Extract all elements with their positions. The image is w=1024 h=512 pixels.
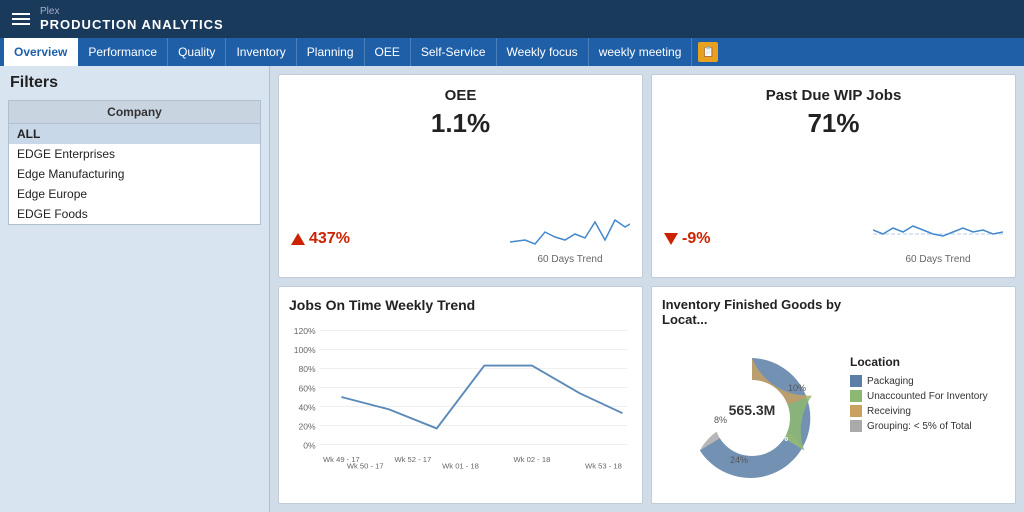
legend-unaccounted-color — [850, 390, 862, 402]
legend-receiving: Receiving — [850, 405, 1005, 417]
donut-svg: 565.3M 59% 24% 8% 10% — [662, 333, 842, 493]
legend-receiving-label: Receiving — [867, 406, 911, 417]
filters-title: Filters — [8, 74, 261, 92]
legend-title: Location — [850, 355, 1005, 369]
inventory-title: Inventory Finished Goods by Locat... — [662, 297, 842, 327]
svg-text:120%: 120% — [294, 326, 316, 336]
company-all[interactable]: ALL — [9, 124, 260, 144]
svg-text:10%: 10% — [788, 383, 806, 393]
tab-inventory[interactable]: Inventory — [226, 38, 296, 66]
wip-title: Past Due WIP Jobs — [664, 87, 1003, 104]
content-grid: OEE 1.1% 437% 60 Days Trend Past Due WIP… — [270, 66, 1024, 512]
legend-grouping-color — [850, 420, 862, 432]
company-edge-europe[interactable]: Edge Europe — [9, 184, 260, 204]
svg-text:Wk 52 - 17: Wk 52 - 17 — [394, 455, 431, 464]
sidebar: Filters Company ALL EDGE Enterprises Edg… — [0, 66, 270, 512]
jobs-trend-title: Jobs On Time Weekly Trend — [289, 297, 632, 313]
legend-unaccounted-label: Unaccounted For Inventory — [867, 391, 988, 402]
svg-text:20%: 20% — [299, 421, 317, 431]
svg-text:0%: 0% — [303, 440, 316, 450]
legend-grouping-label: Grouping: < 5% of Total — [867, 421, 972, 432]
svg-text:Wk 53 - 18: Wk 53 - 18 — [585, 461, 622, 470]
tab-self-service[interactable]: Self-Service — [411, 38, 497, 66]
tab-overview[interactable]: Overview — [4, 38, 78, 66]
inventory-card: Inventory Finished Goods by Locat... — [651, 286, 1016, 504]
tab-quality[interactable]: Quality — [168, 38, 226, 66]
oee-value: 1.1% — [291, 108, 630, 139]
svg-text:Wk 02 - 18: Wk 02 - 18 — [514, 455, 551, 464]
svg-text:Wk 01 - 18: Wk 01 - 18 — [442, 461, 479, 470]
oee-trend-label: 60 Days Trend — [537, 254, 602, 265]
tab-planning[interactable]: Planning — [297, 38, 365, 66]
svg-text:40%: 40% — [299, 402, 317, 412]
oee-trend-value: 437% — [291, 230, 350, 248]
legend-packaging: Packaging — [850, 375, 1005, 387]
tab-oee[interactable]: OEE — [365, 38, 411, 66]
legend-unaccounted: Unaccounted For Inventory — [850, 390, 1005, 402]
plex-label: Plex — [40, 6, 224, 17]
tab-weekly-focus[interactable]: Weekly focus — [497, 38, 589, 66]
oee-card: OEE 1.1% 437% 60 Days Trend — [278, 74, 643, 278]
wip-card: Past Due WIP Jobs 71% -9% 60 Days Trend — [651, 74, 1016, 278]
svg-text:565.3M: 565.3M — [729, 402, 776, 418]
bookmark-icon[interactable]: 📋 — [698, 42, 718, 62]
nav-tabs: Overview Performance Quality Inventory P… — [0, 38, 1024, 66]
svg-text:59%: 59% — [770, 433, 788, 443]
legend-packaging-label: Packaging — [867, 376, 914, 387]
legend-receiving-color — [850, 405, 862, 417]
wip-trend-chart: 60 Days Trend — [873, 212, 1003, 265]
wip-trend-value: -9% — [664, 230, 710, 248]
svg-text:24%: 24% — [730, 455, 748, 465]
trend-up-icon — [291, 233, 305, 245]
svg-text:100%: 100% — [294, 345, 316, 355]
oee-trend-chart: 60 Days Trend — [510, 212, 630, 265]
donut-chart-area: Inventory Finished Goods by Locat... — [662, 297, 842, 493]
jobs-trend-card: Jobs On Time Weekly Trend 120% 100% 80% … — [278, 286, 643, 504]
wip-trend-label: 60 Days Trend — [905, 254, 970, 265]
svg-text:80%: 80% — [299, 364, 317, 374]
trend-down-icon — [664, 233, 678, 245]
company-filter-table: Company ALL EDGE Enterprises Edge Manufa… — [8, 100, 261, 225]
svg-text:Wk 50 - 17: Wk 50 - 17 — [347, 461, 384, 470]
jobs-trend-chart: 120% 100% 80% 60% 40% 20% 0% — [289, 317, 632, 477]
oee-title: OEE — [291, 87, 630, 104]
tab-performance[interactable]: Performance — [78, 38, 168, 66]
legend-grouping: Grouping: < 5% of Total — [850, 420, 1005, 432]
company-edge-manufacturing[interactable]: Edge Manufacturing — [9, 164, 260, 184]
wip-value: 71% — [664, 108, 1003, 139]
app-header: Plex PRODUCTION ANALYTICS — [0, 0, 1024, 38]
svg-text:60%: 60% — [299, 383, 317, 393]
company-header: Company — [9, 101, 260, 124]
legend-packaging-color — [850, 375, 862, 387]
main-area: Filters Company ALL EDGE Enterprises Edg… — [0, 66, 1024, 512]
company-edge-foods[interactable]: EDGE Foods — [9, 204, 260, 224]
app-title: PRODUCTION ANALYTICS — [40, 17, 224, 32]
tab-weekly-meeting[interactable]: weekly meeting — [589, 38, 693, 66]
company-edge-enterprises[interactable]: EDGE Enterprises — [9, 144, 260, 164]
menu-icon[interactable] — [12, 13, 30, 25]
svg-text:8%: 8% — [714, 415, 727, 425]
donut-legend: Location Packaging Unaccounted For Inven… — [842, 355, 1005, 435]
